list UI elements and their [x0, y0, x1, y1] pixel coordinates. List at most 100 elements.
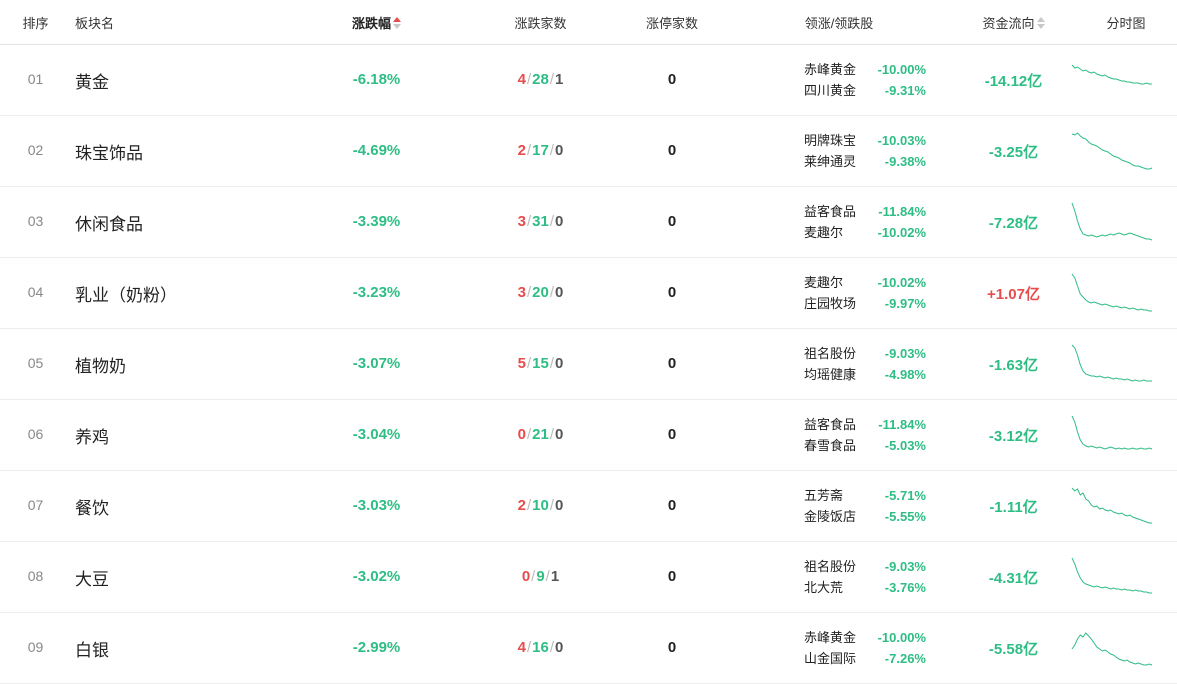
leader-stock-link[interactable]: 五芳斋 [804, 485, 874, 506]
intraday-sparkline[interactable] [1071, 554, 1153, 600]
up-count: 2 [517, 497, 526, 514]
leader-stock-change: -3.76% [884, 580, 926, 595]
up-count: 5 [517, 355, 526, 372]
flat-count: 1 [555, 71, 564, 88]
intraday-sparkline[interactable] [1071, 625, 1153, 671]
header-flow-sort[interactable]: 资金流向 [956, 0, 1071, 45]
sparkline-series [1071, 273, 1152, 312]
header-chart: 分时图 [1071, 0, 1177, 45]
leader-stock-link[interactable]: 益客食品 [804, 414, 874, 435]
row-fund-flow: -4.31亿 [988, 569, 1039, 587]
up-count: 2 [517, 142, 526, 159]
flat-count: 0 [555, 639, 564, 656]
sector-name-link[interactable]: 珠宝饰品 [75, 144, 143, 163]
leader-stock-link[interactable]: 祖名股份 [804, 556, 874, 577]
sparkline-series [1071, 415, 1153, 450]
row-change: -6.18% [352, 71, 401, 88]
leader-stock-change: -11.84% [878, 417, 926, 432]
leader-stock-link[interactable]: 祖名股份 [804, 343, 874, 364]
leader-stock-link[interactable]: 麦趣尔 [804, 222, 874, 243]
table-row[interactable]: 04 乳业（奶粉） -3.23% 3/20/0 0 麦趣尔 -10.02% 庄园牧… [0, 257, 1177, 329]
leader-stock-link[interactable]: 麦趣尔 [804, 272, 874, 293]
row-leaders: 麦趣尔 -10.02% 庄园牧场 -9.97% [722, 272, 956, 314]
flat-count: 0 [555, 497, 564, 514]
sparkline-series [1071, 64, 1152, 85]
table-row[interactable]: 05 植物奶 -3.07% 5/15/0 0 祖名股份 -9.03% 均瑶健康 -4… [0, 328, 1177, 400]
row-rank: 08 [27, 568, 44, 584]
table-row[interactable]: 01 黄金 -6.18% 4/28/1 0 赤峰黄金 -10.00% 四川黄金 -9… [0, 44, 1177, 116]
leader-stock-link[interactable]: 春雪食品 [804, 435, 874, 456]
intraday-sparkline[interactable] [1071, 483, 1153, 529]
leader-stock-change: -11.84% [878, 204, 926, 219]
table-row[interactable]: 02 珠宝饰品 -4.69% 2/17/0 0 明牌珠宝 -10.03% 莱绅通灵… [0, 115, 1177, 187]
row-fund-flow: -1.63亿 [988, 356, 1039, 374]
leader-stock-change: -9.03% [884, 346, 926, 361]
row-change: -3.03% [352, 497, 401, 514]
table-row[interactable]: 07 餐饮 -3.03% 2/10/0 0 五芳斋 -5.71% 金陵饭店 -5.5… [0, 470, 1177, 542]
leader-stock-change: -9.03% [884, 559, 926, 574]
sector-name-link[interactable]: 大豆 [75, 570, 109, 589]
up-count: 4 [517, 71, 526, 88]
leader-stock-link[interactable]: 山金国际 [804, 648, 874, 669]
down-count: 21 [532, 426, 549, 443]
flat-count: 0 [555, 142, 564, 159]
row-counts: 2/17/0 [517, 142, 564, 159]
up-count: 4 [517, 639, 526, 656]
table-header-row: 排序 板块名 涨跌幅 涨跌家数 涨停家数 领涨/领跌股 资金流向 分时图 [0, 0, 1177, 45]
leader-stock-link[interactable]: 赤峰黄金 [804, 59, 874, 80]
flat-count: 1 [550, 568, 560, 585]
sector-name-link[interactable]: 植物奶 [75, 357, 126, 376]
row-limit-up: 0 [667, 71, 677, 88]
leader-stock-link[interactable]: 赤峰黄金 [804, 627, 874, 648]
row-change: -3.07% [352, 355, 401, 372]
intraday-sparkline[interactable] [1071, 341, 1153, 387]
row-change: -2.99% [352, 639, 401, 656]
row-leaders: 赤峰黄金 -10.00% 山金国际 -7.26% [722, 627, 956, 669]
header-count: 涨跌家数 [459, 0, 622, 45]
sort-desc-icon [393, 17, 401, 30]
row-fund-flow: -3.12亿 [988, 427, 1039, 445]
row-leaders: 五芳斋 -5.71% 金陵饭店 -5.55% [722, 485, 956, 527]
table-row[interactable]: 06 养鸡 -3.04% 0/21/0 0 益客食品 -11.84% 春雪食品 -5… [0, 399, 1177, 471]
leader-stock-link[interactable]: 四川黄金 [804, 80, 874, 101]
sector-name-link[interactable]: 乳业（奶粉） [75, 286, 177, 305]
leader-stock-change: -10.00% [877, 630, 926, 645]
leader-stock-link[interactable]: 益客食品 [804, 201, 874, 222]
row-leaders: 赤峰黄金 -10.00% 四川黄金 -9.31% [722, 59, 956, 101]
leader-stock-change: -10.00% [877, 62, 926, 77]
table-row[interactable]: 09 白银 -2.99% 4/16/0 0 赤峰黄金 -10.00% 山金国际 -7… [0, 612, 1177, 684]
sparkline-series [1071, 632, 1153, 666]
sparkline-series [1071, 132, 1153, 170]
up-count: 3 [517, 213, 526, 230]
intraday-sparkline[interactable] [1071, 270, 1153, 316]
row-limit-up: 0 [667, 426, 677, 443]
leader-stock-link[interactable]: 庄园牧场 [804, 293, 874, 314]
leader-stock-link[interactable]: 北大荒 [804, 577, 874, 598]
intraday-sparkline[interactable] [1071, 128, 1153, 174]
row-rank: 01 [27, 71, 44, 87]
sector-name-link[interactable]: 养鸡 [75, 428, 109, 447]
intraday-sparkline[interactable] [1071, 199, 1153, 245]
leader-stock-link[interactable]: 均瑶健康 [804, 364, 874, 385]
sector-name-link[interactable]: 休闲食品 [75, 215, 143, 234]
table-row[interactable]: 08 大豆 -3.02% 0/9/1 0 祖名股份 -9.03% 北大荒 -3.76… [0, 541, 1177, 613]
row-limit-up: 0 [667, 284, 677, 301]
header-change-sort[interactable]: 涨跌幅 [294, 0, 459, 45]
sector-name-link[interactable]: 黄金 [75, 73, 109, 92]
row-counts: 4/28/1 [517, 71, 564, 88]
row-rank: 05 [27, 355, 44, 371]
table-row[interactable]: 03 休闲食品 -3.39% 3/31/0 0 益客食品 -11.84% 麦趣尔 -… [0, 186, 1177, 258]
intraday-sparkline[interactable] [1071, 412, 1153, 458]
row-leaders: 祖名股份 -9.03% 北大荒 -3.76% [722, 556, 956, 598]
row-fund-flow: -1.11亿 [989, 498, 1038, 516]
row-counts: 4/16/0 [517, 639, 564, 656]
flat-count: 0 [555, 426, 564, 443]
leader-stock-link[interactable]: 金陵饭店 [804, 506, 874, 527]
leader-stock-link[interactable]: 明牌珠宝 [804, 130, 874, 151]
header-flow-label: 资金流向 [982, 15, 1035, 31]
intraday-sparkline[interactable] [1071, 57, 1153, 103]
sector-name-link[interactable]: 餐饮 [75, 499, 109, 518]
row-limit-up: 0 [667, 213, 677, 230]
leader-stock-link[interactable]: 莱绅通灵 [804, 151, 874, 172]
sector-name-link[interactable]: 白银 [75, 641, 109, 660]
